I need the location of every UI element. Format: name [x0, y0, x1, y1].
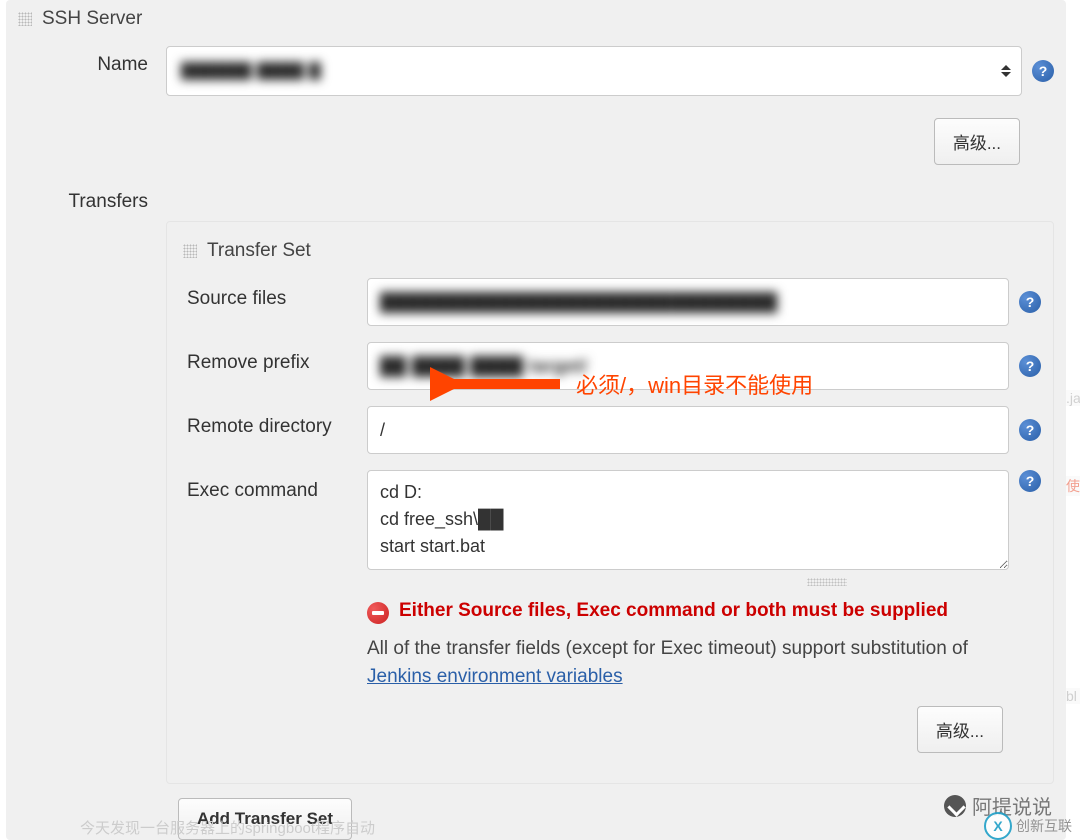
error-message: Either Source files, Exec command or bot… [399, 598, 948, 625]
watermark-secondary: X 创新互联 [984, 812, 1072, 840]
side-fragment: .ja [1066, 390, 1080, 406]
remove-prefix-input[interactable]: ██ ████ ████ target/ [367, 342, 1009, 390]
info-text: All of the transfer fields (except for E… [367, 631, 1003, 692]
remote-directory-label: Remote directory [167, 406, 367, 438]
drag-handle-icon[interactable] [18, 12, 32, 26]
exec-command-label: Exec command [167, 470, 367, 502]
help-icon[interactable]: ? [1032, 60, 1054, 82]
side-fragment: 使 [1066, 476, 1080, 496]
remove-prefix-label: Remove prefix [167, 342, 367, 374]
ssh-server-title: SSH Server [42, 8, 142, 30]
drag-handle-icon[interactable] [183, 244, 197, 258]
ssh-advanced-button[interactable]: 高级... [934, 118, 1020, 165]
transfer-advanced-button[interactable]: 高级... [917, 706, 1003, 753]
help-icon[interactable]: ? [1019, 470, 1041, 492]
source-files-label: Source files [167, 278, 367, 310]
env-vars-link[interactable]: Jenkins environment variables [367, 666, 623, 687]
side-fragment: bl [1066, 688, 1080, 704]
name-label: Name [6, 46, 166, 76]
help-icon[interactable]: ? [1019, 419, 1041, 441]
name-select[interactable]: ██████ ████ █ [166, 46, 1022, 96]
exec-command-textarea[interactable] [367, 470, 1009, 570]
transfer-set-title: Transfer Set [207, 240, 311, 262]
transfers-label: Transfers [6, 183, 166, 213]
name-value: ██████ ████ █ [181, 62, 321, 80]
help-icon[interactable]: ? [1019, 291, 1041, 313]
error-icon [367, 602, 389, 624]
brand-icon: X [984, 812, 1012, 840]
wechat-icon [944, 795, 966, 817]
source-files-input[interactable]: ██████████████████████████████ [367, 278, 1009, 326]
chevron-updown-icon [1001, 65, 1011, 77]
remote-directory-input[interactable] [367, 406, 1009, 454]
transfer-set-panel: Transfer Set Source files ██████████████… [166, 221, 1054, 784]
help-icon[interactable]: ? [1019, 355, 1041, 377]
faded-caption: 今天发现一台服务器上的springboot程序自动 [80, 817, 375, 838]
